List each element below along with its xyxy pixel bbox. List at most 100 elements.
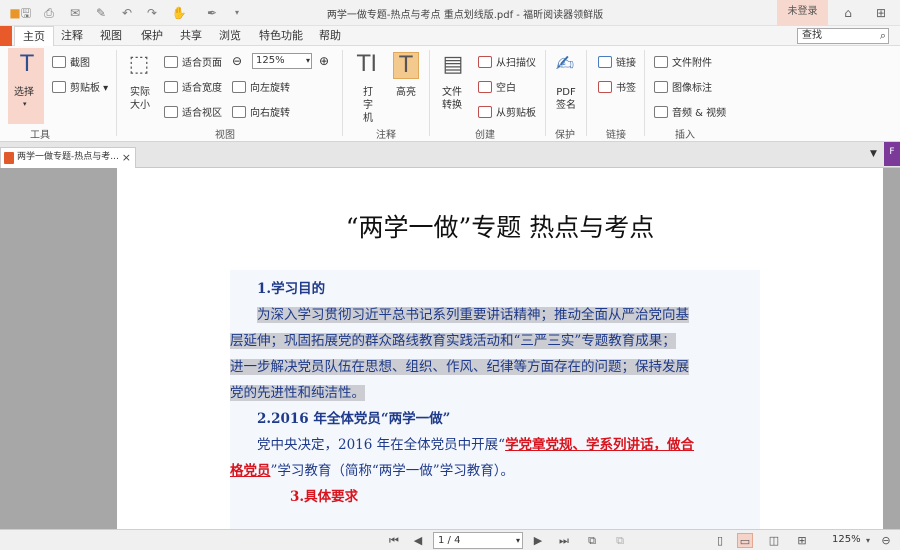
shirt-skin-icon[interactable]: ⌂ — [838, 4, 858, 22]
quick-access-dropdown-icon[interactable]: ▾ — [228, 5, 246, 21]
ribbon: T 选择 ▾ 截图 剪贴板 ▾ 工具 ⬚ 实际大小 适合页面 适合宽度 适合视区… — [0, 46, 900, 142]
select-cursor-icon: T — [20, 52, 34, 77]
tab-help[interactable]: 帮助 — [315, 26, 345, 46]
clipboard-button[interactable]: 剪贴板 ▾ — [52, 81, 108, 95]
search-input[interactable]: 查找 ⌕ — [797, 28, 889, 44]
print-icon[interactable]: ⎙ — [40, 5, 58, 21]
blank-button[interactable]: 空白 — [478, 81, 516, 95]
prev-view-icon[interactable]: ⧉ — [584, 533, 600, 548]
tab-protect[interactable]: 保护 — [137, 26, 167, 46]
ribbon-separator — [116, 50, 117, 136]
actual-size-icon: ⬚ — [128, 52, 150, 77]
single-page-view-icon[interactable]: ▯ — [712, 533, 728, 548]
bookmark-button[interactable]: 书签 — [598, 81, 636, 95]
rotate-right-label: 向右旋转 — [250, 108, 290, 119]
tab-browse[interactable]: 浏览 — [215, 26, 245, 46]
tab-comment[interactable]: 注释 — [57, 26, 87, 46]
undo-icon[interactable]: ↶ — [118, 5, 136, 21]
scanner-icon — [478, 56, 492, 68]
pen-tool-icon[interactable]: ✒ — [203, 5, 221, 21]
search-icon[interactable]: ⌕ — [880, 29, 886, 43]
highlight-button[interactable]: 高亮 — [396, 86, 416, 99]
paragraph-text: 党中央决定，2016 年在全体党员中开展“ — [257, 437, 506, 453]
typewriter-button[interactable]: 打字机 — [359, 86, 377, 125]
from-scanner-label: 从扫描仪 — [496, 58, 536, 69]
pdf-sign-button[interactable]: PDF签名 — [555, 86, 577, 112]
image-annot-button[interactable]: 图像标注 — [654, 81, 712, 95]
document-tab-bar: 两学一做专题-热点与考... × — [0, 142, 900, 168]
next-view-icon[interactable]: ⧉ — [612, 533, 628, 548]
rotate-left-icon — [232, 81, 246, 93]
group-label-links: 链接 — [606, 130, 626, 141]
screenshot-button[interactable]: 截图 — [52, 56, 90, 70]
file-convert-button[interactable]: 文件转换 — [441, 86, 463, 112]
fit-visible-button[interactable]: 适合视区 — [164, 106, 222, 120]
login-button[interactable]: 未登录 — [777, 0, 828, 26]
zoom-out-icon[interactable]: ⊖ — [232, 55, 242, 68]
zoom-value: 125% — [256, 55, 285, 66]
continuous-facing-view-icon[interactable]: ⊞ — [794, 533, 810, 548]
side-panel-toggle[interactable]: F — [884, 142, 900, 166]
emphasis-text: 格党员 — [230, 463, 271, 479]
file-attach-button[interactable]: 文件附件 — [654, 56, 712, 70]
audio-video-label: 音频 & 视频 — [672, 108, 727, 119]
ribbon-separator — [429, 50, 430, 136]
tab-list-dropdown-icon[interactable]: ▼ — [870, 149, 877, 159]
first-page-icon[interactable]: ⏮ — [386, 533, 402, 548]
last-page-icon[interactable]: ⏭ — [556, 533, 572, 548]
tab-share[interactable]: 共享 — [176, 26, 206, 46]
menu-bar: 主页 注释 视图 保护 共享 浏览 特色功能 帮助 查找 ⌕ — [0, 26, 900, 47]
screenshot-label: 截图 — [70, 58, 90, 69]
fit-width-button[interactable]: 适合宽度 — [164, 81, 222, 95]
zoom-dropdown-icon[interactable]: ▾ — [306, 54, 310, 68]
tab-features[interactable]: 特色功能 — [256, 26, 306, 46]
fit-width-icon — [164, 81, 178, 93]
from-scanner-button[interactable]: 从扫描仪 — [478, 56, 536, 70]
audio-video-button[interactable]: 音频 & 视频 — [654, 106, 726, 120]
highlighted-line: 进一步解决党员队伍在思想、组织、作风、纪律等方面存在的问题；保持发展 — [230, 359, 689, 375]
redo-icon[interactable]: ↷ — [143, 5, 161, 21]
link-label: 链接 — [616, 58, 636, 69]
document-viewport[interactable]: “两学一做”专题 热点与考点 1.学习目的 为深入学习贯彻习近平总书记系列重要讲… — [0, 168, 900, 529]
page-dropdown-icon[interactable]: ▾ — [516, 533, 520, 548]
page-number-input[interactable]: 1 / 4 ▾ — [433, 532, 523, 549]
continuous-view-icon[interactable]: ▭ — [737, 533, 753, 548]
tab-view[interactable]: 视图 — [96, 26, 126, 46]
highlighted-line: 为深入学习贯彻习近平总书记系列重要讲话精神；推动全面从严治党向基 — [257, 307, 689, 323]
blank-label: 空白 — [496, 83, 516, 94]
actual-size-button[interactable]: 实际大小 — [129, 86, 151, 112]
tab-home[interactable]: 主页 — [14, 26, 54, 47]
prev-page-icon[interactable]: ◀ — [410, 533, 426, 548]
document-tab[interactable]: 两学一做专题-热点与考... × — [0, 147, 136, 168]
zoom-out-icon[interactable]: ⊖ — [878, 533, 894, 548]
stamp-icon[interactable]: ✎ — [92, 5, 110, 21]
highlighted-line: 层延伸；巩固拓展党的群众路线教育实践活动和“三严三实”专题教育成果； — [230, 333, 676, 349]
hand-tool-icon[interactable]: ✋ — [170, 5, 188, 21]
paragraph-2: 党中央决定，2016 年在全体党员中开展“学党章党规、学系列讲话，做合 格党员”学… — [230, 432, 760, 484]
zoom-select[interactable]: 125% ▾ — [252, 53, 312, 69]
from-clipboard-button[interactable]: 从剪贴板 — [478, 106, 536, 120]
fit-page-button[interactable]: 适合页面 — [164, 56, 222, 70]
close-tab-icon[interactable]: × — [122, 148, 131, 167]
fit-visible-icon — [164, 106, 178, 118]
attachment-icon — [654, 56, 668, 68]
rotate-right-button[interactable]: 向右旋转 — [232, 106, 290, 120]
clipboard-label: 剪贴板 — [70, 83, 100, 94]
zoom-in-icon[interactable]: ⊕ — [319, 55, 329, 68]
heading-3: 3.具体要求 — [290, 489, 359, 505]
file-menu-button[interactable] — [0, 26, 12, 46]
fit-page-icon — [164, 56, 178, 68]
fit-visible-label: 适合视区 — [182, 108, 222, 119]
bookmark-icon — [598, 81, 612, 93]
rotate-left-button[interactable]: 向左旋转 — [232, 81, 290, 95]
grid-menu-icon[interactable]: ⊞ — [871, 4, 891, 22]
facing-view-icon[interactable]: ◫ — [766, 533, 782, 548]
link-button[interactable]: 链接 — [598, 56, 636, 70]
save-icon[interactable]: 🖫 — [17, 5, 35, 21]
next-page-icon[interactable]: ▶ — [530, 533, 546, 548]
group-label-comment: 注释 — [376, 130, 396, 141]
status-zoom-value[interactable]: 125% — [832, 534, 861, 545]
zoom-dropdown-icon[interactable]: ▾ — [860, 533, 876, 548]
select-dropdown-icon[interactable]: ▾ — [23, 98, 27, 111]
email-icon[interactable]: ✉ — [66, 5, 84, 21]
